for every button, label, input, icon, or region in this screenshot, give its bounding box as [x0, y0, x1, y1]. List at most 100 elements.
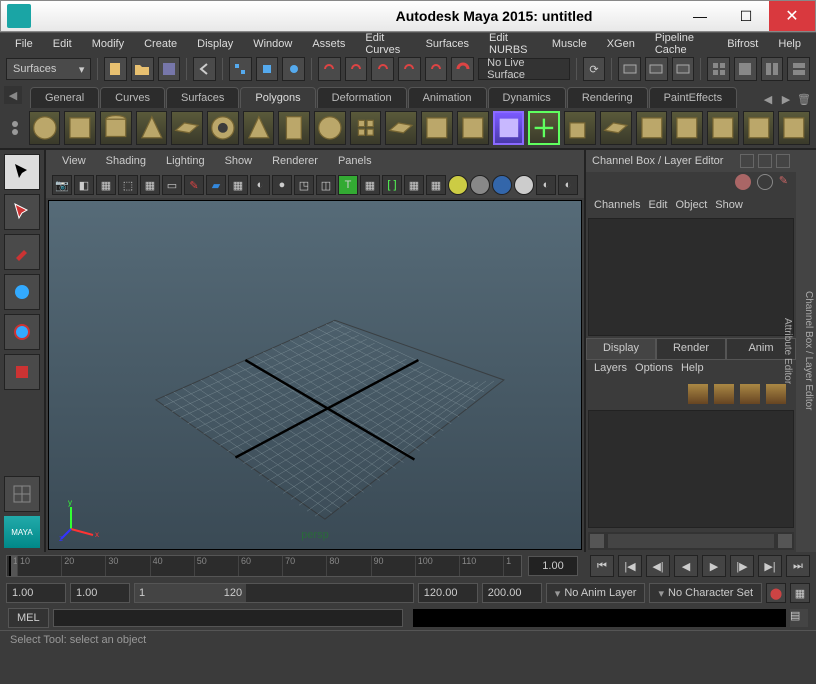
module-dropdown[interactable]: Surfaces ▾: [6, 58, 91, 80]
vp-ao-icon[interactable]: ◐: [536, 175, 556, 195]
layer-list-area[interactable]: [588, 410, 794, 528]
menu-edit-nurbs[interactable]: Edit NURBS: [482, 30, 539, 58]
vp-menu-renderer[interactable]: Renderer: [264, 153, 326, 169]
anim-start-field[interactable]: 1.00: [6, 583, 66, 603]
vp-xray-icon[interactable]: ◫: [316, 175, 336, 195]
poly-smooth-icon[interactable]: [671, 111, 703, 145]
mel-input[interactable]: [53, 609, 403, 627]
shelf-tab-polygons[interactable]: Polygons: [240, 87, 315, 108]
poly-bridge-icon[interactable]: [600, 111, 632, 145]
vp-menu-panels[interactable]: Panels: [330, 153, 380, 169]
menu-help[interactable]: Help: [771, 36, 808, 52]
layout-4view-button[interactable]: [707, 57, 730, 81]
layer-menu-options[interactable]: Options: [635, 362, 673, 378]
layer-new-sel-icon[interactable]: [766, 384, 786, 404]
select-obj-button[interactable]: [256, 57, 279, 81]
cb-menu-channels[interactable]: Channels: [594, 199, 640, 211]
vp-menu-view[interactable]: View: [54, 153, 94, 169]
vp-wire-icon[interactable]: ✎: [184, 175, 204, 195]
poly-helix-icon[interactable]: [314, 111, 346, 145]
menu-display[interactable]: Display: [190, 36, 240, 52]
vp-2d-icon[interactable]: ⬚: [118, 175, 138, 195]
step-back-button[interactable]: ◀|: [646, 555, 670, 577]
menu-assets[interactable]: Assets: [305, 36, 352, 52]
vp-menu-shading[interactable]: Shading: [98, 153, 154, 169]
range-end-field[interactable]: 120.00: [418, 583, 478, 603]
poly-prism-icon[interactable]: [243, 111, 275, 145]
menu-surfaces[interactable]: Surfaces: [419, 36, 476, 52]
poly-pipe-icon[interactable]: [278, 111, 310, 145]
live-surface-field[interactable]: No Live Surface: [478, 58, 570, 80]
vp-shade-icon[interactable]: ▰: [206, 175, 226, 195]
menu-pipeline-cache[interactable]: Pipeline Cache: [648, 30, 714, 58]
shelf-tab-animation[interactable]: Animation: [408, 87, 487, 108]
play-back-button[interactable]: ◀: [674, 555, 698, 577]
menu-create[interactable]: Create: [137, 36, 184, 52]
poly-platonic-icon[interactable]: [385, 111, 417, 145]
new-scene-button[interactable]: [104, 57, 127, 81]
menu-edit[interactable]: Edit: [46, 36, 79, 52]
vp-hq-icon[interactable]: ▦: [404, 175, 424, 195]
snap-grid-button[interactable]: [318, 57, 341, 81]
select-hier-button[interactable]: [229, 57, 252, 81]
layer-tab-display[interactable]: Display: [586, 338, 656, 360]
poly-crease-icon[interactable]: [743, 111, 775, 145]
shelf-tab-curves[interactable]: Curves: [100, 87, 165, 108]
shelf-tab-general[interactable]: General: [30, 87, 99, 108]
mel-label[interactable]: MEL: [8, 608, 49, 628]
prefs-button[interactable]: ▦: [790, 583, 810, 603]
vp-shadow-icon[interactable]: ●: [272, 175, 292, 195]
cb-graph-icon[interactable]: [735, 174, 751, 190]
shelf-tab-painteffects[interactable]: PaintEffects: [649, 87, 738, 108]
layer-menu-help[interactable]: Help: [681, 362, 704, 378]
cb-menu-show[interactable]: Show: [715, 199, 743, 211]
range-start-field[interactable]: 1.00: [70, 583, 130, 603]
vp-camera-icon[interactable]: 📷: [52, 175, 72, 195]
move-tool[interactable]: [4, 274, 40, 310]
layer-move-up-icon[interactable]: [688, 384, 708, 404]
poly-text-icon[interactable]: [421, 111, 453, 145]
poly-extrude-icon[interactable]: [564, 111, 596, 145]
vp-isolate-icon[interactable]: ◳: [294, 175, 314, 195]
range-thumb[interactable]: 1 120: [135, 584, 246, 602]
layer-move-down-icon[interactable]: [714, 384, 734, 404]
vp-tex-icon[interactable]: ▦: [228, 175, 248, 195]
menu-modify[interactable]: Modify: [85, 36, 131, 52]
vp-dot3-icon[interactable]: [492, 175, 512, 195]
cb-sync-icon[interactable]: [757, 174, 773, 190]
char-set-dropdown[interactable]: ▾No Character Set: [649, 583, 762, 603]
anim-layer-dropdown[interactable]: ▾No Anim Layer: [546, 583, 646, 603]
channel-box-area[interactable]: [588, 218, 794, 336]
vp-dot4-icon[interactable]: [514, 175, 534, 195]
step-fwd-button[interactable]: |▶: [730, 555, 754, 577]
shelf-tab-dynamics[interactable]: Dynamics: [488, 87, 566, 108]
vp-light-icon[interactable]: ◐: [250, 175, 270, 195]
lasso-tool[interactable]: [4, 194, 40, 230]
anim-end-field[interactable]: 200.00: [482, 583, 542, 603]
go-start-button[interactable]: ⏮: [590, 555, 614, 577]
shelf-trash-icon[interactable]: 🗑: [796, 90, 812, 108]
poly-combine-icon[interactable]: [493, 111, 525, 145]
step-back-key-button[interactable]: |◀: [618, 555, 642, 577]
vp-dot1-icon[interactable]: [448, 175, 468, 195]
shelf-arrow-left-icon[interactable]: ◀: [760, 90, 776, 108]
layer-scrollbar[interactable]: [588, 532, 794, 550]
shelf-tab-surfaces[interactable]: Surfaces: [166, 87, 239, 108]
vp-gate-icon[interactable]: ▭: [162, 175, 182, 195]
vp-aa-icon[interactable]: ◐: [558, 175, 578, 195]
layout-button[interactable]: [4, 476, 40, 512]
poly-sphere-icon[interactable]: [29, 111, 61, 145]
menu-window[interactable]: Window: [246, 36, 299, 52]
save-scene-button[interactable]: [158, 57, 181, 81]
scale-tool[interactable]: [4, 354, 40, 390]
sidetab-channel-box[interactable]: Channel Box / Layer Editor: [803, 291, 814, 411]
snap-curve-button[interactable]: [345, 57, 368, 81]
menu-file[interactable]: File: [8, 36, 40, 52]
play-fwd-button[interactable]: ▶: [702, 555, 726, 577]
paint-select-tool[interactable]: [4, 234, 40, 270]
layer-new-empty-icon[interactable]: [740, 384, 760, 404]
history-button[interactable]: ⟳: [583, 57, 606, 81]
rotate-tool[interactable]: [4, 314, 40, 350]
poly-cone-icon[interactable]: [136, 111, 168, 145]
vp-menu-show[interactable]: Show: [217, 153, 261, 169]
